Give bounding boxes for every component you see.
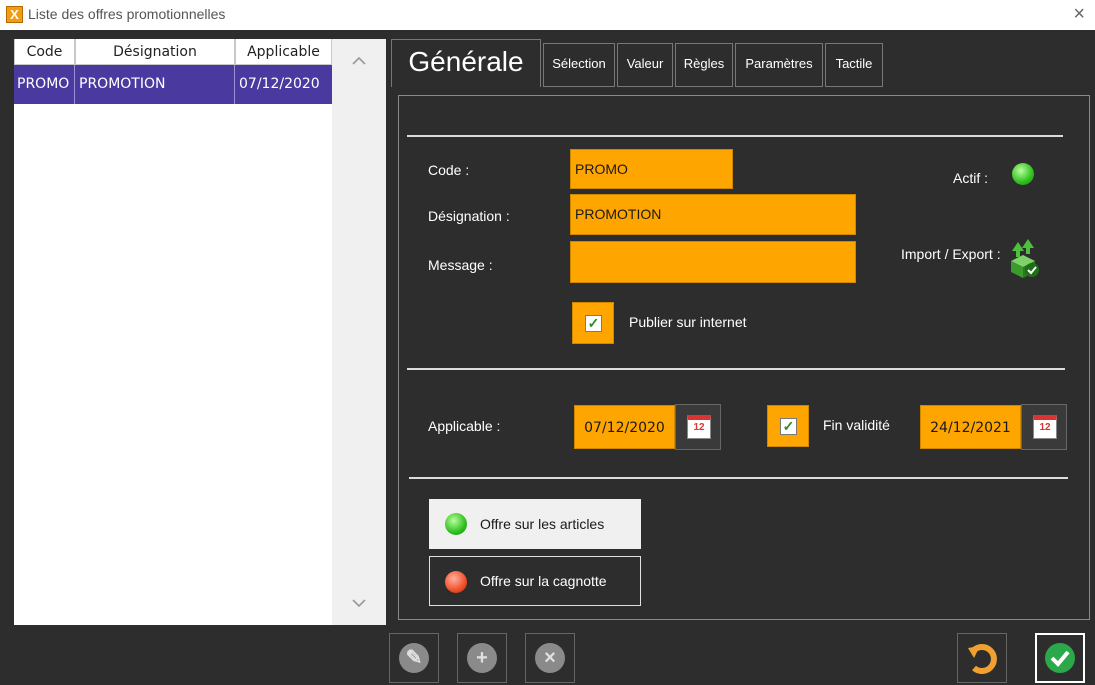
add-button[interactable]: + bbox=[457, 633, 507, 683]
applicable-date-field[interactable]: 07/12/2020 bbox=[574, 405, 675, 449]
applicable-label: Applicable : bbox=[428, 418, 501, 434]
tab-tactile[interactable]: Tactile bbox=[825, 43, 883, 87]
offer-cagnotte-button[interactable]: Offre sur la cagnotte bbox=[429, 556, 641, 606]
edit-icon: ✎ bbox=[399, 643, 429, 673]
undo-button[interactable] bbox=[957, 633, 1007, 683]
list-scrollbar[interactable] bbox=[332, 39, 386, 625]
close-icon[interactable]: × bbox=[1073, 3, 1085, 26]
calendar-icon: 12 bbox=[1033, 415, 1057, 439]
designation-field[interactable]: PROMOTION bbox=[570, 194, 856, 235]
applicable-calendar-button[interactable]: 12 bbox=[675, 404, 721, 450]
table-row[interactable]: PROMO PROMOTION 07/12/2020 bbox=[14, 65, 332, 104]
window-title: Liste des offres promotionnelles bbox=[28, 6, 226, 22]
column-header-applicable[interactable]: Applicable bbox=[235, 39, 332, 65]
divider bbox=[409, 477, 1068, 479]
offer-articles-label: Offre sur les articles bbox=[480, 516, 605, 532]
fin-validite-checkbox[interactable]: ✓ bbox=[767, 405, 809, 447]
import-export-icon[interactable] bbox=[1005, 239, 1041, 279]
list-header: Code Désignation Applicable bbox=[14, 39, 332, 65]
title-bar: X Liste des offres promotionnelles × bbox=[0, 0, 1095, 30]
tab-generale[interactable]: Générale bbox=[391, 39, 541, 87]
tab-selection[interactable]: Sélection bbox=[543, 43, 615, 87]
row-code: PROMO bbox=[14, 65, 75, 104]
designation-label: Désignation : bbox=[428, 208, 510, 224]
tab-regles[interactable]: Règles bbox=[675, 43, 733, 87]
chevron-down-icon[interactable] bbox=[349, 597, 369, 609]
add-icon: + bbox=[467, 643, 497, 673]
validate-button[interactable] bbox=[1035, 633, 1085, 683]
divider bbox=[407, 368, 1065, 370]
edit-button[interactable]: ✎ bbox=[389, 633, 439, 683]
code-field[interactable]: PROMO bbox=[570, 149, 733, 189]
tab-parametres[interactable]: Paramètres bbox=[735, 43, 823, 87]
fin-validite-calendar-button[interactable]: 12 bbox=[1021, 404, 1067, 450]
green-led-icon bbox=[445, 513, 467, 535]
offers-list: Code Désignation Applicable PROMO PROMOT… bbox=[14, 39, 332, 625]
publier-checkbox[interactable]: ✓ bbox=[572, 302, 614, 344]
fin-validite-date-field[interactable]: 24/12/2021 bbox=[920, 405, 1021, 449]
validate-icon bbox=[1045, 643, 1075, 673]
offer-articles-button[interactable]: Offre sur les articles bbox=[429, 499, 641, 549]
message-label: Message : bbox=[428, 257, 493, 273]
actif-indicator-icon[interactable] bbox=[1012, 163, 1034, 185]
publier-label: Publier sur internet bbox=[629, 314, 747, 330]
undo-icon bbox=[968, 644, 997, 674]
calendar-icon: 12 bbox=[687, 415, 711, 439]
tab-valeur[interactable]: Valeur bbox=[617, 43, 673, 87]
check-icon: ✓ bbox=[585, 315, 602, 332]
fin-validite-label: Fin validité bbox=[823, 417, 890, 433]
app-logo-icon: X bbox=[6, 6, 23, 23]
row-applicable: 07/12/2020 bbox=[239, 76, 320, 92]
actif-label: Actif : bbox=[953, 170, 989, 186]
red-led-icon bbox=[445, 571, 467, 593]
column-header-designation[interactable]: Désignation bbox=[75, 39, 235, 65]
row-designation: PROMOTION bbox=[75, 65, 235, 104]
column-header-code[interactable]: Code bbox=[14, 39, 75, 65]
divider bbox=[407, 135, 1063, 137]
delete-icon: × bbox=[535, 643, 565, 673]
chevron-up-icon[interactable] bbox=[349, 55, 369, 67]
offer-cagnotte-label: Offre sur la cagnotte bbox=[480, 573, 607, 589]
delete-button[interactable]: × bbox=[525, 633, 575, 683]
import-export-label: Import / Export : bbox=[901, 246, 1001, 262]
message-field[interactable] bbox=[570, 241, 856, 283]
code-label: Code : bbox=[428, 162, 470, 178]
check-icon: ✓ bbox=[780, 418, 797, 435]
